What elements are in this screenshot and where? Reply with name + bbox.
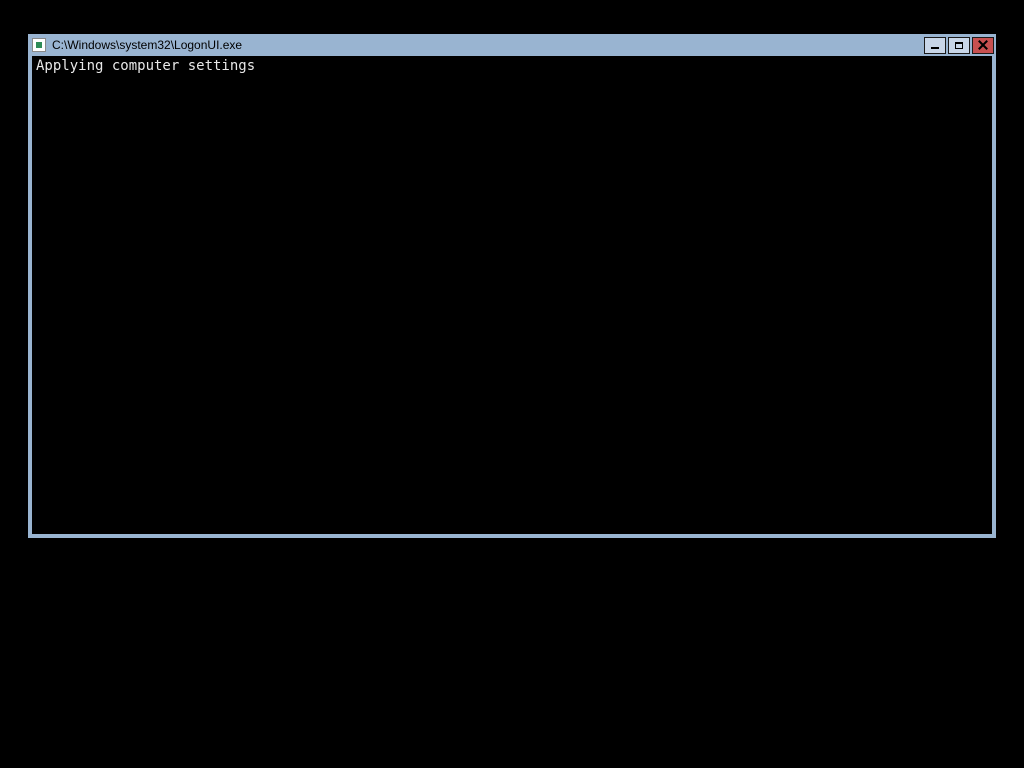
app-icon (32, 38, 46, 52)
console-line: Applying computer settings (36, 58, 988, 74)
console-output: Applying computer settings (32, 56, 992, 534)
close-button[interactable] (972, 37, 994, 54)
minimize-button[interactable] (924, 37, 946, 54)
window-title: C:\Windows\system32\LogonUI.exe (52, 34, 924, 56)
window-controls (924, 37, 994, 54)
maximize-icon (955, 42, 963, 49)
titlebar[interactable]: C:\Windows\system32\LogonUI.exe (28, 34, 996, 56)
minimize-icon (931, 47, 939, 49)
console-window: C:\Windows\system32\LogonUI.exe Applying… (27, 33, 997, 539)
close-icon (978, 40, 988, 50)
maximize-button[interactable] (948, 37, 970, 54)
